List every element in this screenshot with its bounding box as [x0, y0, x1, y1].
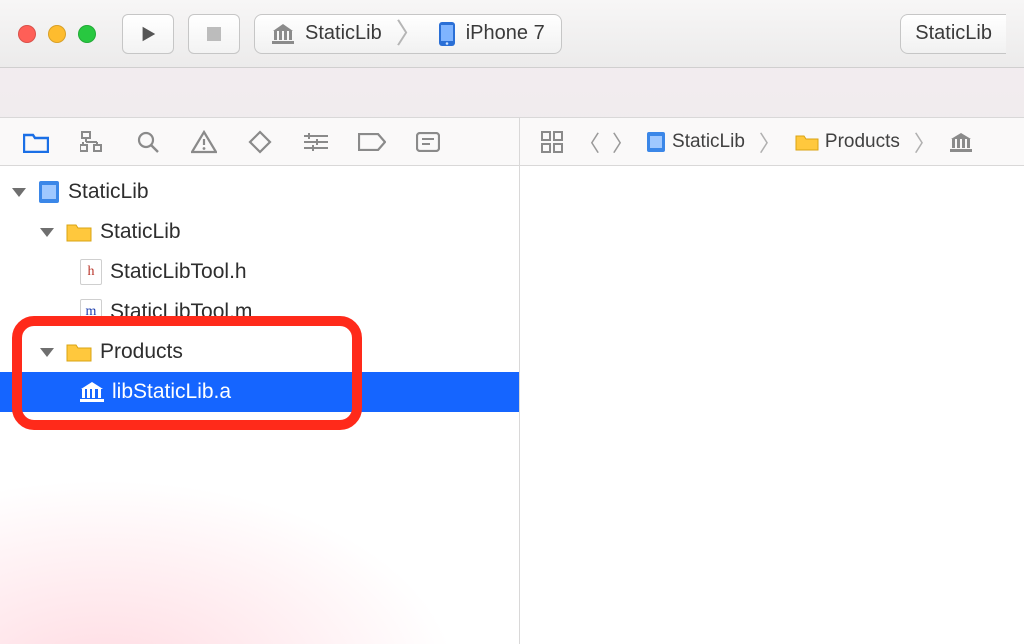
tree-row-file-m[interactable]: m StaticLibTool.m: [0, 292, 519, 332]
close-window-button[interactable]: [18, 25, 36, 43]
tree-label: StaticLibTool.h: [110, 260, 247, 284]
find-navigator-tab[interactable]: [134, 128, 162, 156]
test-navigator-tab[interactable]: [246, 128, 274, 156]
tree-row-project[interactable]: StaticLib: [0, 172, 519, 212]
breadcrumb-seg-project-label: StaticLib: [672, 131, 745, 153]
breadcrumb-seg-file[interactable]: [950, 132, 972, 152]
tree-label: StaticLibTool.m: [110, 300, 252, 324]
project-navigator: StaticLib StaticLib h StaticLibTool.h m …: [0, 166, 520, 644]
tree-label: StaticLib: [68, 180, 149, 204]
library-icon: [950, 132, 972, 152]
source-control-navigator-tab[interactable]: [78, 128, 106, 156]
impl-file-icon: m: [80, 299, 102, 325]
issue-navigator-tab[interactable]: [190, 128, 218, 156]
folder-icon: [66, 222, 92, 242]
breadcrumb-seg-group-label: Products: [825, 131, 900, 153]
header-file-icon: h: [80, 259, 102, 285]
disclosure-triangle-icon[interactable]: [40, 228, 54, 237]
tree-label: libStaticLib.a: [112, 380, 231, 404]
editor-path-bar: 〈 〉 StaticLib 〉 Products 〉: [520, 118, 1024, 165]
scheme-target-label: StaticLib: [305, 22, 382, 45]
file-tree: StaticLib StaticLib h StaticLibTool.h m …: [0, 166, 519, 412]
disclosure-triangle-icon[interactable]: [40, 348, 54, 357]
xcode-project-icon: [38, 180, 60, 204]
stop-button[interactable]: [188, 14, 240, 54]
window-controls: [18, 25, 96, 43]
breadcrumb-seg-project[interactable]: StaticLib: [646, 131, 745, 153]
tree-row-product-lib[interactable]: libStaticLib.a: [0, 372, 519, 412]
editor-area: [520, 166, 1024, 644]
disclosure-triangle-icon[interactable]: [12, 188, 26, 197]
breadcrumb-seg-group[interactable]: Products: [795, 131, 900, 153]
workspace: StaticLib StaticLib h StaticLibTool.h m …: [0, 166, 1024, 644]
zoom-window-button[interactable]: [78, 25, 96, 43]
scheme-target-icon: [271, 23, 295, 45]
tree-label: Products: [100, 340, 183, 364]
go-back-button[interactable]: 〈: [578, 126, 600, 158]
toolbar-gap: [0, 68, 1024, 118]
breakpoint-navigator-tab[interactable]: [358, 128, 386, 156]
navigator-tabs: [0, 118, 520, 165]
library-icon: [80, 381, 104, 403]
right-scheme-pill[interactable]: StaticLib: [900, 14, 1006, 54]
tree-row-group[interactable]: StaticLib: [0, 212, 519, 252]
navigator-bar: 〈 〉 StaticLib 〉 Products 〉: [0, 118, 1024, 166]
project-navigator-tab[interactable]: [22, 128, 50, 156]
scheme-device-icon: [438, 21, 456, 47]
debug-navigator-tab[interactable]: [302, 128, 330, 156]
go-forward-button[interactable]: 〉: [612, 126, 634, 158]
breadcrumb-chevron-icon: 〉: [912, 126, 938, 158]
xcode-project-icon: [646, 131, 666, 153]
tree-row-file-h[interactable]: h StaticLibTool.h: [0, 252, 519, 292]
stop-icon: [206, 26, 222, 42]
folder-icon: [795, 133, 819, 151]
tree-row-products[interactable]: Products: [0, 332, 519, 372]
titlebar: StaticLib 〉 iPhone 7 StaticLib: [0, 0, 1024, 68]
related-items-button[interactable]: [538, 128, 566, 156]
report-navigator-tab[interactable]: [414, 128, 442, 156]
run-button[interactable]: [122, 14, 174, 54]
tree-label: StaticLib: [100, 220, 181, 244]
play-icon: [139, 25, 157, 43]
right-scheme-label: StaticLib: [915, 22, 992, 45]
folder-icon: [66, 342, 92, 362]
breadcrumb-chevron-icon: 〉: [757, 126, 783, 158]
scheme-device-label: iPhone 7: [466, 22, 545, 45]
scheme-selector[interactable]: StaticLib 〉 iPhone 7: [254, 14, 562, 54]
scheme-separator: 〉: [396, 20, 424, 48]
minimize-window-button[interactable]: [48, 25, 66, 43]
